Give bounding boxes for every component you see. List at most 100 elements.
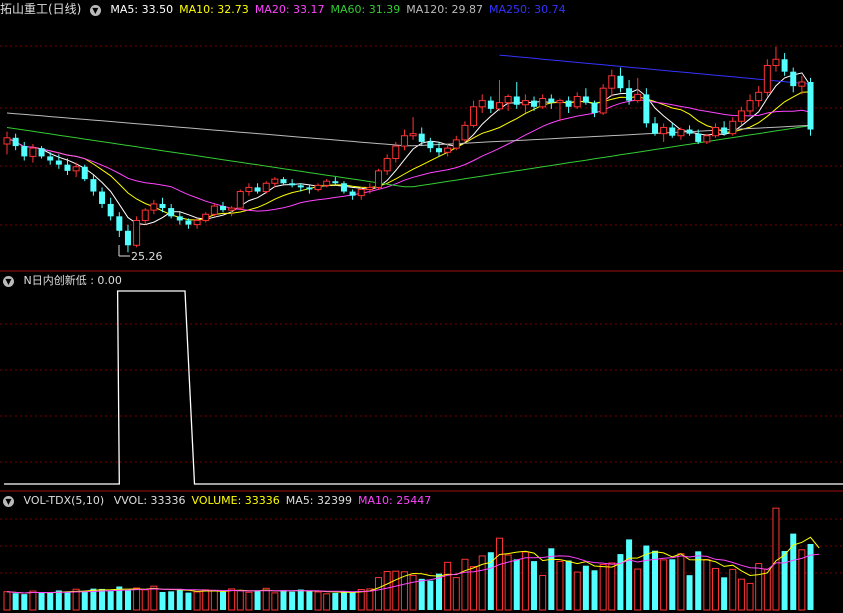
volume-bar [504, 554, 512, 611]
volume-bar [297, 589, 304, 610]
volume-bar [711, 567, 719, 611]
volume-bar [548, 548, 555, 610]
volume-bar [81, 590, 88, 610]
candle [608, 69, 616, 97]
volume-bar [133, 587, 141, 611]
chevron-down-icon[interactable]: ▼ [3, 275, 14, 287]
candle [236, 189, 244, 211]
candle [763, 59, 771, 97]
candle [38, 146, 45, 159]
volume-bar [12, 593, 19, 610]
candle [729, 117, 737, 136]
candle [107, 197, 114, 221]
volume-bar [781, 551, 788, 610]
volume-bar [513, 559, 520, 610]
volume-bar [470, 566, 478, 611]
volume-bar [721, 577, 728, 610]
moving-average-lines [6, 54, 811, 226]
volume-bar [280, 590, 287, 610]
volume-bar [582, 565, 589, 610]
candle [400, 129, 408, 151]
volume-bar [737, 578, 745, 611]
candle [409, 117, 417, 140]
volume-bar [556, 560, 564, 611]
volume-bar [746, 582, 754, 611]
volume-bar [185, 592, 192, 610]
stock-title: 拓山重工(日线) [0, 2, 82, 16]
candle [686, 125, 693, 136]
candle [548, 94, 555, 109]
volume-bar [99, 588, 106, 610]
volume-bar [228, 588, 236, 611]
volume-bar [755, 563, 763, 611]
candle [669, 123, 676, 138]
candle [591, 100, 598, 118]
volume-bars [3, 507, 814, 611]
candle [289, 179, 296, 188]
volume-bar [669, 559, 676, 610]
ma10-line [6, 91, 811, 221]
volume-bar [271, 592, 279, 611]
volume-bar [599, 563, 607, 611]
volume-bar [626, 539, 633, 610]
candle [90, 175, 97, 196]
chevron-down-icon[interactable]: ▼ [89, 4, 101, 16]
candle [798, 75, 806, 95]
volume-bar [289, 591, 296, 610]
candle [521, 94, 529, 113]
volume-bar [436, 573, 442, 610]
ma-indicator-3: MA60: 31.39 [330, 3, 401, 16]
new-low-indicator-line [4, 290, 843, 485]
volume-bar [591, 570, 598, 610]
volume-bar [539, 574, 547, 611]
volume-panel-header: ▼ VOL-TDX(5,10) VVOL: 33336 VOLUME: 33336… [0, 492, 443, 510]
indicator-panel-header: ▼ N日内创新低 : 0.00 [0, 272, 128, 290]
stock-chart-canvas: 25.26 [0, 45, 843, 611]
candle [573, 92, 581, 109]
volume-bar [306, 591, 313, 610]
volume-bar [29, 590, 37, 611]
volume-bar [159, 591, 166, 610]
candle [746, 94, 754, 116]
candle [513, 82, 520, 109]
candle [357, 187, 365, 200]
volume-bar [444, 561, 452, 611]
volume-bar [150, 585, 158, 611]
low-price-label: 25.26 [131, 250, 163, 263]
volume-indicator-1: VOLUME: 33336 [191, 494, 280, 507]
candle [202, 212, 210, 223]
new-low-signal-line [4, 290, 843, 485]
candle [478, 94, 486, 113]
volume-indicator-2: MA5: 32399 [285, 494, 353, 507]
volume-bar [107, 591, 114, 610]
candle [210, 203, 218, 217]
volume-bar [729, 568, 737, 611]
volume-bar [427, 580, 434, 610]
volume-bar [807, 544, 814, 610]
chevron-down-icon[interactable]: ▼ [3, 495, 14, 507]
candle [737, 106, 745, 126]
volume-bar [314, 591, 322, 611]
volume-bar [677, 553, 685, 611]
volume-bar [366, 588, 374, 611]
ma-indicator-5: MA250: 30.74 [488, 3, 566, 16]
volume-bar [64, 591, 71, 610]
volume-bar [340, 591, 347, 610]
candle [418, 127, 425, 147]
volume-bar [418, 578, 425, 610]
candle [340, 181, 347, 194]
candle [807, 77, 814, 136]
volume-bar [210, 590, 218, 611]
candle [81, 164, 88, 182]
candle [495, 79, 503, 111]
candle [99, 187, 106, 209]
volume-indicator-3: MA10: 25447 [358, 494, 432, 507]
candle [470, 100, 478, 128]
candle [220, 201, 226, 213]
candle [21, 141, 28, 161]
candle [245, 183, 253, 196]
candle [427, 137, 434, 153]
candle [565, 96, 572, 113]
candle [539, 94, 547, 109]
candle [124, 224, 131, 253]
